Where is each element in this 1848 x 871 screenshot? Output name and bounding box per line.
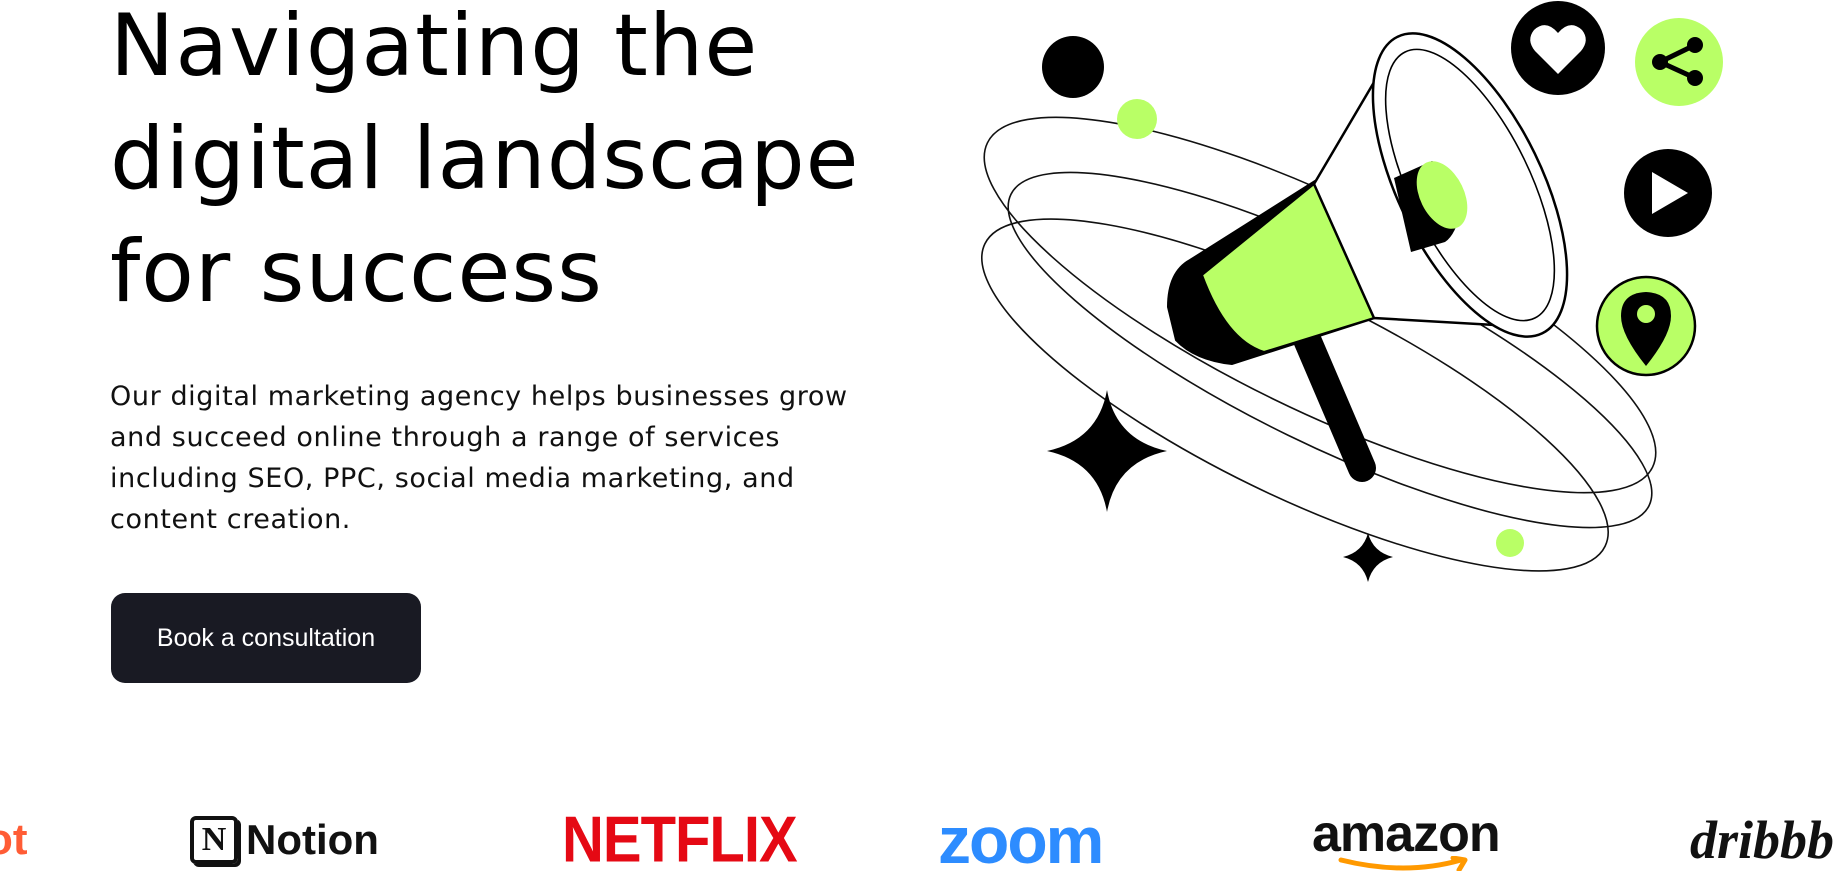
megaphone-illustration xyxy=(981,1,1723,582)
green-dot-small xyxy=(1496,529,1524,557)
hero-page: Navigating the digital landscape for suc… xyxy=(0,0,1848,871)
netflix-logo: NETFLIX xyxy=(562,803,798,871)
share-icon xyxy=(1635,18,1723,106)
client-logos-strip: ot N Notion NETFLIX zoom amazon dribbb xyxy=(0,800,1848,871)
notion-mark-icon: N xyxy=(190,815,238,864)
zoom-logo-text: zoom xyxy=(938,802,1104,871)
book-consultation-button[interactable]: Book a consultation xyxy=(111,593,421,683)
hero-description: Our digital marketing agency helps busin… xyxy=(110,381,848,535)
hero-headline: Navigating the digital landscape for suc… xyxy=(110,0,860,322)
notion-logo: N Notion xyxy=(190,808,379,871)
dribbble-logo: dribbb xyxy=(1690,808,1834,871)
heart-icon xyxy=(1511,1,1605,95)
netflix-logo-text: NETFLIX xyxy=(562,803,798,871)
amazon-smile-icon xyxy=(1338,856,1468,871)
green-dot-large xyxy=(1117,99,1157,139)
black-dot xyxy=(1042,36,1104,98)
sparkle-icon xyxy=(1047,390,1167,512)
amazon-logo-text: amazon xyxy=(1312,804,1501,863)
zoom-logo: zoom xyxy=(938,803,1104,871)
hubspot-logo-text: ot xyxy=(0,814,28,864)
hubspot-logo: ot xyxy=(0,808,28,871)
play-icon xyxy=(1624,149,1712,237)
dribbble-logo-text: dribbb xyxy=(1690,809,1835,870)
notion-logo-text: Notion xyxy=(246,815,379,863)
location-pin-icon xyxy=(1595,275,1697,377)
